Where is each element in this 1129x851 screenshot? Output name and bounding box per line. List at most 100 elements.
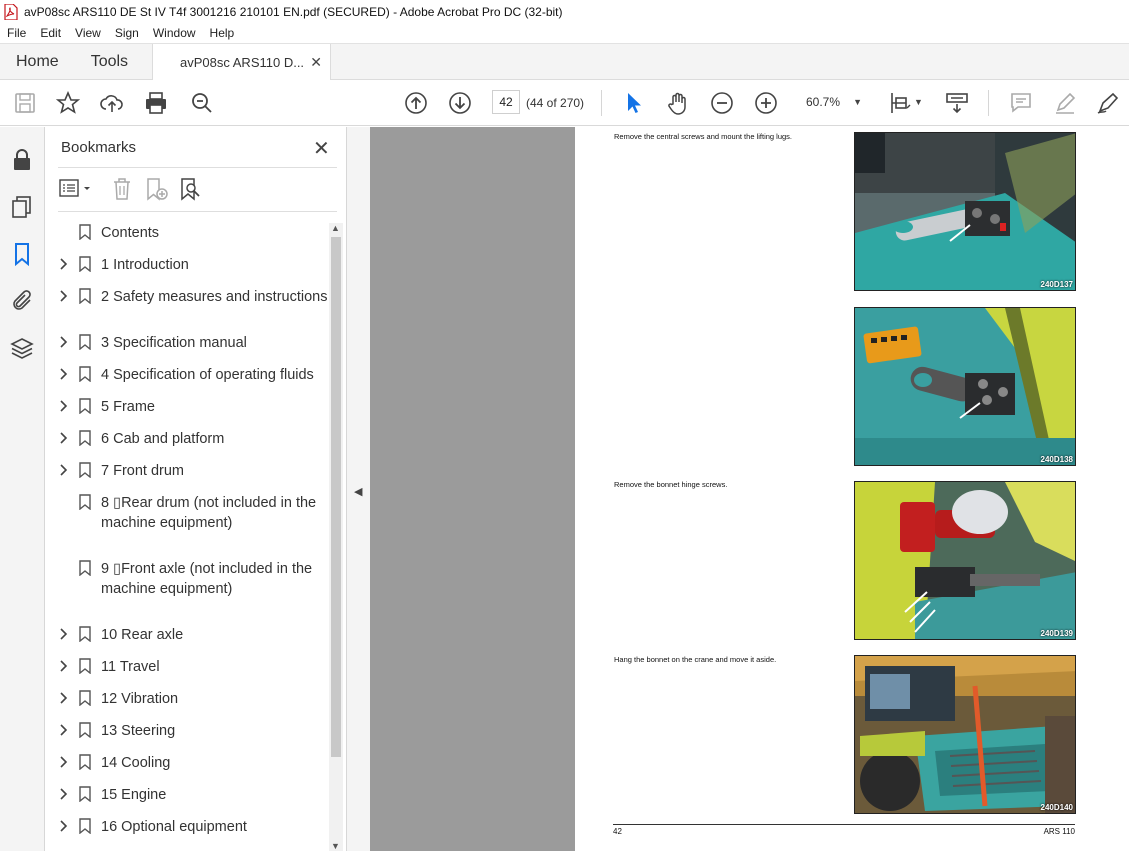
chevron-right-icon[interactable] [59, 755, 69, 769]
menu-file[interactable]: File [0, 26, 33, 40]
select-cursor-icon[interactable] [622, 91, 646, 115]
bookmark-label: 7 Front drum [101, 463, 184, 479]
bookmark-label: 11 Travel [101, 659, 160, 675]
new-bookmark-icon[interactable] [145, 177, 169, 201]
menu-view[interactable]: View [68, 26, 108, 40]
chevron-right-icon[interactable] [59, 691, 69, 705]
bookmark-icon [79, 818, 91, 834]
panel-collapse-strip[interactable]: ◀ [346, 127, 370, 851]
toolbar-separator [988, 90, 989, 116]
chevron-right-icon[interactable] [59, 819, 69, 833]
chevron-right-icon[interactable] [59, 723, 69, 737]
bookmark-label: 6 Cab and platform [101, 431, 225, 447]
bookmark-icon [79, 722, 91, 738]
photo-code: 240D138 [1040, 455, 1073, 464]
chevron-right-icon[interactable] [59, 463, 69, 477]
menu-window[interactable]: Window [146, 26, 203, 40]
instruction-text: Remove the central screws and mount the … [614, 132, 793, 141]
find-bookmark-icon[interactable] [179, 177, 203, 201]
bookmark-icon [79, 334, 91, 350]
bookmark-label: 3 Specification manual [101, 335, 247, 351]
tab-document-label: avP08sc ARS110 D... [180, 55, 305, 70]
star-icon[interactable] [56, 91, 80, 115]
zoom-level-select[interactable]: 60.7% ▼ [798, 91, 868, 113]
bookmark-icon [79, 786, 91, 802]
page-fit-icon[interactable] [889, 91, 913, 115]
chevron-right-icon[interactable] [59, 289, 69, 303]
bookmark-options-icon[interactable] [59, 179, 95, 199]
chevron-right-icon[interactable] [59, 257, 69, 271]
scroll-down-icon[interactable]: ▼ [331, 841, 340, 851]
bookmark-label: 1 Introduction [101, 257, 189, 273]
sign-pen-icon[interactable] [1096, 91, 1120, 115]
attachment-icon[interactable] [10, 289, 34, 313]
chevron-right-icon[interactable] [59, 399, 69, 413]
page-number-input[interactable]: 42 [492, 90, 520, 114]
chevron-right-icon[interactable] [59, 787, 69, 801]
chevron-right-icon[interactable] [59, 431, 69, 445]
lock-icon[interactable] [10, 148, 34, 172]
scroll-up-icon[interactable]: ▲ [331, 223, 340, 233]
toolbar-separator [601, 90, 602, 116]
tab-home[interactable]: Home [0, 44, 75, 79]
chevron-right-icon[interactable] [59, 367, 69, 381]
tab-tools[interactable]: Tools [75, 44, 144, 79]
divider [58, 167, 337, 168]
comment-icon[interactable] [1009, 91, 1033, 115]
delete-bookmark-icon[interactable] [111, 177, 133, 201]
chevron-right-icon[interactable] [59, 335, 69, 349]
bookmark-panel-icon[interactable] [10, 242, 34, 266]
bookmark-label: 15 Engine [101, 787, 167, 803]
photo-image [855, 656, 1075, 813]
bookmark-label: 4 Specification of operating fluids [101, 367, 314, 383]
next-page-icon[interactable] [448, 91, 472, 115]
bookmarks-panel: Bookmarks ✕ Contents 1 Introduction 2 Sa… [45, 127, 346, 851]
zoom-out-icon[interactable] [710, 91, 734, 115]
bookmark-icon [79, 690, 91, 706]
bookmark-label: 5 Frame [101, 399, 155, 415]
chevron-right-icon[interactable] [59, 659, 69, 673]
menu-sign[interactable]: Sign [108, 26, 146, 40]
page-footer-number: 42 [613, 827, 622, 836]
panel-title: Bookmarks [61, 139, 137, 156]
tab-document[interactable]: avP08sc ARS110 D... ✕ [152, 44, 331, 81]
scrollbar-thumb[interactable] [331, 237, 341, 757]
footer-rule [613, 824, 1075, 825]
bookmark-icon [79, 626, 91, 642]
zoom-search-icon[interactable] [190, 91, 214, 115]
bookmark-icon [79, 462, 91, 478]
hand-tool-icon[interactable] [666, 91, 690, 115]
upload-cloud-icon[interactable] [100, 91, 124, 115]
close-panel-icon[interactable]: ✕ [313, 136, 330, 161]
bookmark-scrollbar[interactable]: ▲ ▼ [329, 223, 343, 851]
menu-bar: File Edit View Sign Window Help [0, 23, 1129, 43]
photo-lifting-lug-2: 240D138 [854, 307, 1076, 466]
photo-code: 240D140 [1040, 803, 1073, 812]
photo-code: 240D137 [1040, 280, 1073, 289]
menu-help[interactable]: Help [203, 26, 242, 40]
previous-page-icon[interactable] [404, 91, 428, 115]
chevron-down-icon[interactable]: ▼ [914, 97, 923, 107]
bookmark-icon [79, 366, 91, 382]
collapse-left-icon[interactable]: ◀ [354, 485, 362, 498]
highlight-pen-icon[interactable] [1053, 91, 1077, 115]
bookmark-icon [79, 430, 91, 446]
bookmark-label: 14 Cooling [101, 755, 171, 771]
title-bar: avP08sc ARS110 DE St IV T4f 3001216 2101… [0, 0, 1129, 23]
zoom-in-icon[interactable] [754, 91, 778, 115]
close-tab-icon[interactable]: ✕ [310, 54, 322, 71]
bookmark-label: 10 Rear axle [101, 627, 184, 643]
bookmark-icon [79, 256, 91, 272]
bookmark-icon [79, 494, 91, 510]
menu-edit[interactable]: Edit [33, 26, 68, 40]
bookmark-label: 12 Vibration [101, 691, 179, 707]
save-icon[interactable] [13, 91, 37, 115]
chevron-right-icon[interactable] [59, 627, 69, 641]
page-thumbnails-icon[interactable] [10, 195, 34, 219]
photo-bonnet-crane: 240D140 [854, 655, 1076, 814]
document-view[interactable]: Remove the central screws and mount the … [370, 127, 1129, 851]
layers-icon[interactable] [10, 336, 34, 360]
scroll-mode-icon[interactable] [945, 91, 969, 115]
print-icon[interactable] [144, 91, 168, 115]
divider [58, 211, 337, 212]
